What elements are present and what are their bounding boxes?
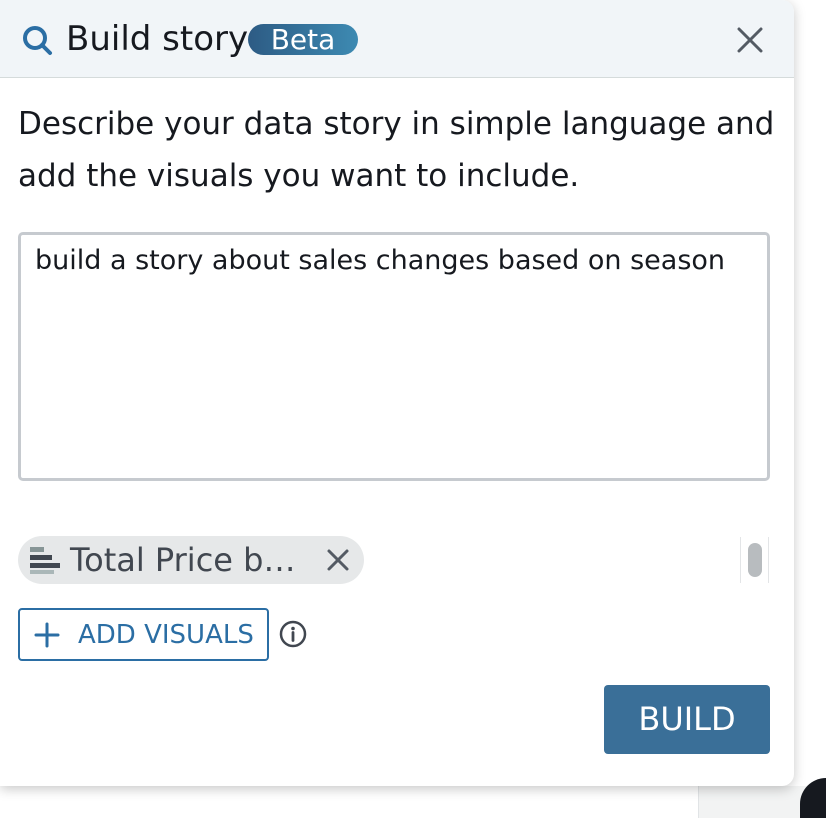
build-story-panel: Build story Beta Describe your data stor… — [0, 0, 794, 786]
visual-chip: Total Price b… — [18, 536, 364, 584]
search-icon — [23, 26, 52, 55]
bar-chart-icon — [30, 547, 60, 574]
visuals-scrollbar[interactable] — [740, 537, 769, 583]
panel-title: Build story — [66, 19, 249, 59]
beta-badge: Beta — [248, 24, 358, 55]
remove-visual-icon[interactable] — [324, 546, 352, 574]
close-icon[interactable] — [734, 24, 766, 56]
visual-chip-label: Total Price b… — [70, 541, 296, 579]
plus-icon — [34, 622, 60, 648]
panel-header: Build story Beta — [0, 0, 794, 78]
background-corner — [800, 778, 826, 818]
scrollbar-thumb[interactable] — [748, 543, 762, 577]
add-visuals-label: ADD VISUALS — [78, 620, 254, 650]
panel-description: Describe your data story in simple langu… — [18, 106, 775, 194]
info-icon[interactable] — [279, 620, 307, 648]
build-button[interactable]: BUILD — [604, 685, 770, 754]
story-prompt-input[interactable]: build a story about sales changes based … — [18, 232, 770, 481]
add-visuals-button[interactable]: ADD VISUALS — [18, 608, 269, 661]
